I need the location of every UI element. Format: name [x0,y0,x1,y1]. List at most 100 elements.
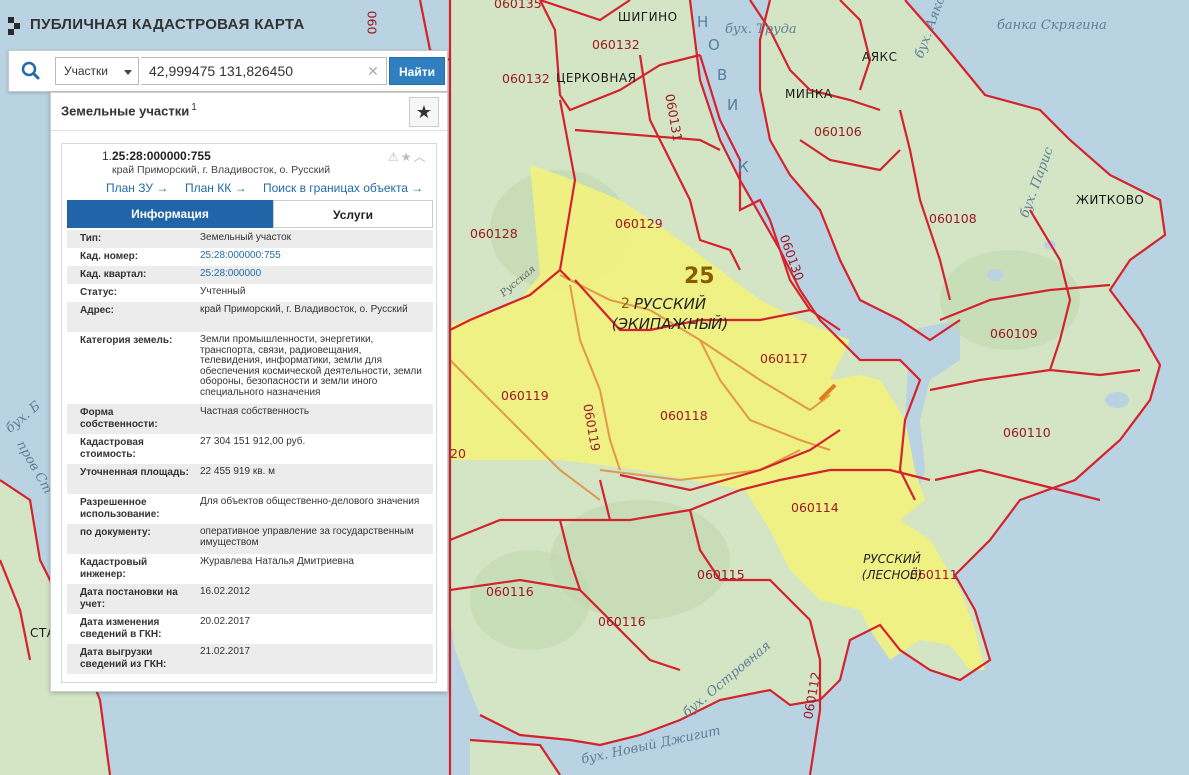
attr-row: Уточненная площадь: 22 455 919 кв. м [67,464,433,494]
search-bar: Участки ✕ Найти [8,50,448,92]
attr-row: Категория земель: Земли промышленности, э… [67,332,433,404]
place-label: ЦЕРКОВНАЯ [556,71,637,85]
lake [987,269,1003,281]
card-actions: ⚠★︿ [388,148,428,165]
search-type-select[interactable]: Участки [55,57,139,85]
search-in-bounds-link[interactable]: Поиск в границах объекта → [263,181,423,195]
attr-row: Кад. квартал: 25:28:000000 [67,266,433,284]
clear-icon[interactable]: ✕ [365,63,381,79]
logo-icon [8,17,20,35]
attr-value: 21.02.2017 [200,646,251,657]
attr-value: край Приморский, г. Владивосток, о. Русс… [200,304,408,315]
attr-key: Кад. номер: [80,251,139,262]
tab-services[interactable]: Услуги [273,200,433,228]
find-button[interactable]: Найти [389,57,445,85]
chevron-up-icon[interactable]: ︿ [414,150,428,164]
panel-title: Земельные участки 1 [61,102,197,118]
attr-value: Учтенный [200,286,246,297]
attr-key: Кад. квартал: [80,269,147,280]
panel-title-text: Земельные участки [61,103,190,119]
island-name-line2: (ЭКИПАЖНЫЙ) [611,315,729,333]
attr-row: Форма собственности: Частная собственност… [67,404,433,434]
attr-key: Дата выгрузки сведений из ГКН: [80,647,167,670]
attr-key: Кадастровая стоимость: [80,437,144,460]
quarter-label: 060116 [486,584,534,599]
place-label: ШИГИНО [618,10,678,24]
app-title: ПУБЛИЧНАЯ КАДАСТРОВАЯ КАРТА [30,16,305,33]
district-marker: 25 [684,264,715,289]
quarter-label: 060109 [990,326,1038,341]
place-label: ЖИТКОВО [1076,193,1145,207]
attr-key: Тип: [80,233,102,244]
attribute-table: Тип: Земельный участок Кад. номер: 25:28:0… [67,230,433,674]
attr-value: 22 455 919 кв. м [200,466,275,477]
panel-header: Земельные участки 1 ★ [51,93,447,131]
attr-key: Кадастровый инженер: [80,557,148,580]
quarter-label: 060114 [791,500,839,515]
quarter-label-partial: 20 [450,446,466,461]
attr-value[interactable]: 25:28:000000:755 [200,250,425,262]
attr-key: Дата постановки на учет: [80,587,178,610]
attr-value: Земли промышленности, энергетики, трансп… [200,334,422,398]
star-button[interactable]: ★ [409,97,439,127]
results-panel: Земельные участки 1 ★ 1. 25:28:000000:755… [50,92,448,692]
attr-value: Для объектов общественно-делового значен… [200,496,420,507]
attr-value: Частная собственность [200,406,310,417]
lake [1105,392,1129,408]
attr-value: 20.02.2017 [200,616,251,627]
item-cad-number[interactable]: 25:28:000000:755 [112,149,211,163]
item-number: 1. [102,149,113,163]
attr-row: Кадастровый инженер: Журавлева Наталья Дм… [67,554,433,584]
water-label: бух. Труда [725,22,797,37]
quarter-label: 060108 [929,211,977,226]
attr-key: Разрешенное использование: [80,497,160,520]
plan-zu-link[interactable]: План ЗУ → [106,181,168,195]
attr-key: Дата изменения сведений в ГКН: [80,617,162,640]
search-input[interactable] [141,57,387,85]
search-icon[interactable] [9,51,53,91]
attr-row: Дата изменения сведений в ГКН: 20.02.2017 [67,614,433,644]
result-card: 1. 25:28:000000:755 край Приморский, г. … [61,143,437,683]
forest-name-line2: (ЛЕСНОЁ) [861,568,923,582]
attr-row: Адрес: край Приморский, г. Владивосток, о… [67,302,433,332]
quarter-label: 060117 [760,351,808,366]
strait-letter: К [738,158,750,176]
attr-row: Кад. номер: 25:28:000000:755 [67,248,433,266]
result-count: 1 [191,102,197,113]
quarter-label: 060118 [660,408,708,423]
attr-row: по документу: оперативное управление за г… [67,524,433,554]
tab-information[interactable]: Информация [67,200,273,228]
star-outline-icon[interactable]: ★ [401,150,414,164]
quarter-label: 060115 [697,567,745,582]
quarter-label: 060128 [470,226,518,241]
quarter-label: 060135 [494,0,542,11]
top-bar: ПУБЛИЧНАЯ КАДАСТРОВАЯ КАРТА [0,0,450,50]
quarter-label: 060110 [1003,425,1051,440]
attr-row: Разрешенное использование: Для объектов о… [67,494,433,524]
attr-row: Тип: Земельный участок [67,230,433,248]
item-address: край Приморский, г. Владивосток, о. Русс… [112,164,331,176]
place-label: МИНКА [785,87,833,101]
quarter-label: 060116 [598,614,646,629]
forest-name-line1: РУССКИЙ [863,552,921,566]
search-type-value: Участки [64,64,108,78]
quarter-label: 060132 [592,37,640,52]
water-label: банка Скрягина [997,18,1107,33]
chevron-down-icon [124,70,132,75]
strait-letter: Н [697,13,709,31]
plan-kk-link[interactable]: План КК → [185,181,247,195]
land-bottom-strip [470,740,560,775]
forest-name: РУССКИЙ (ЛЕСНОЁ) [852,551,932,583]
attr-value: оперативное управление за государственны… [200,526,414,548]
quarter-label: 060129 [615,216,663,231]
attr-key: Адрес: [80,305,114,316]
place-label: АЯКС [862,50,898,64]
attr-value[interactable]: 25:28:000000 [200,268,425,280]
attr-key: Уточненная площадь: [80,467,189,478]
attr-row: Дата выгрузки сведений из ГКН: 21.02.2017 [67,644,433,674]
quarter-label: 060119 [501,388,549,403]
attr-key: Категория земель: [80,335,173,346]
star-icon: ★ [415,102,433,122]
warning-icon[interactable]: ⚠ [388,150,401,164]
attr-row: Кадастровая стоимость: 27 304 151 912,00 … [67,434,433,464]
